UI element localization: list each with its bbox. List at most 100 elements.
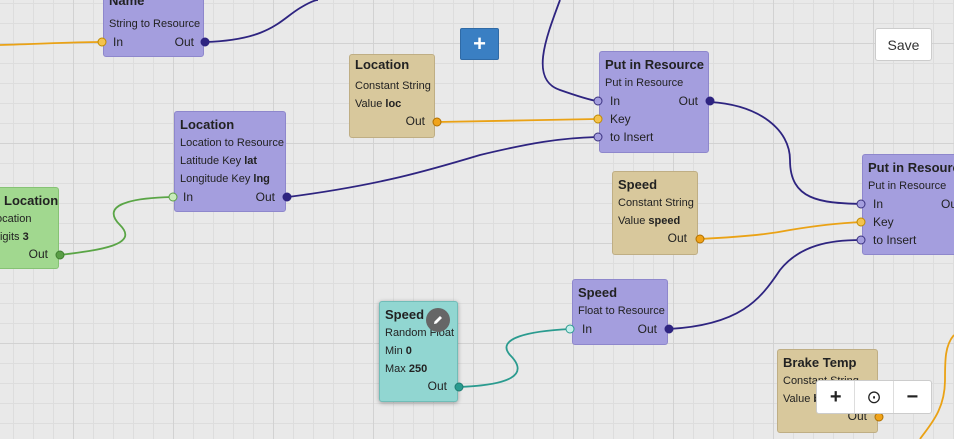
plus-icon: + bbox=[829, 386, 842, 408]
node-title: Put in Resource bbox=[605, 57, 704, 72]
value-text: loc bbox=[385, 98, 402, 110]
wire-loc-to-key bbox=[436, 118, 598, 123]
node-location-green[interactable]: Location ocation Digits 3 Out bbox=[0, 187, 59, 269]
lng-value: lng bbox=[253, 173, 270, 185]
node-title: Speed bbox=[578, 285, 618, 300]
pencil-icon bbox=[434, 316, 442, 324]
node-value-row: Value b bbox=[783, 393, 820, 405]
wire-put1-to-put2 bbox=[709, 101, 862, 205]
node-type: String to Resource bbox=[109, 18, 201, 30]
port-key-dot[interactable] bbox=[856, 217, 866, 227]
port-label-in: In bbox=[873, 197, 884, 211]
value-text: speed bbox=[648, 215, 681, 227]
value-label: Value bbox=[355, 98, 383, 110]
port-label-out: Out bbox=[427, 379, 447, 393]
wire-rand-to-float bbox=[458, 328, 571, 388]
node-title: Brake Temp bbox=[783, 355, 857, 370]
zoom-out-button[interactable]: − bbox=[894, 381, 931, 413]
port-insert-dot[interactable] bbox=[593, 132, 603, 142]
port-label-key: Key bbox=[873, 215, 894, 229]
node-lat-row: Latitude Key lat bbox=[180, 155, 257, 167]
port-in-dot[interactable] bbox=[593, 96, 603, 106]
node-type: Float to Resource bbox=[578, 305, 665, 317]
port-in-dot[interactable] bbox=[168, 192, 178, 202]
node-put-in-resource-2[interactable]: Put in Resource Put in Resource In Ou Ke… bbox=[862, 154, 954, 255]
port-label-out: Out bbox=[678, 94, 698, 108]
node-max-row: Max 250 bbox=[385, 363, 427, 375]
node-title: Name bbox=[109, 0, 145, 8]
node-lng-row: Longitude Key lng bbox=[180, 173, 270, 185]
port-out-dot[interactable] bbox=[695, 234, 705, 244]
port-out-dot[interactable] bbox=[200, 37, 210, 47]
node-value-row: Value loc bbox=[355, 98, 401, 110]
zoom-controls: + ⊙ − bbox=[816, 380, 932, 414]
lat-label: Latitude Key bbox=[180, 155, 242, 167]
port-label-out: Out bbox=[255, 190, 275, 204]
max-value: 250 bbox=[408, 363, 428, 375]
digits-label: Digits bbox=[0, 231, 20, 243]
port-label-out: Ou bbox=[941, 197, 954, 211]
node-title: Put in Resource bbox=[868, 160, 954, 175]
port-in-dot[interactable] bbox=[97, 37, 107, 47]
node-type: Constant String bbox=[618, 197, 694, 209]
wire-speedfloat-to-insert bbox=[668, 239, 862, 330]
node-title: Location bbox=[4, 193, 59, 208]
save-button[interactable]: Save bbox=[875, 28, 932, 61]
node-type: ocation bbox=[0, 213, 32, 225]
node-min-row: Min 0 bbox=[385, 345, 412, 357]
wire-locres-to-insert bbox=[287, 136, 598, 198]
port-label-out: Out bbox=[667, 231, 687, 245]
node-title: Location bbox=[180, 117, 235, 132]
port-label-in: In bbox=[582, 322, 593, 336]
port-label-out: Out bbox=[637, 322, 657, 336]
port-out-dot[interactable] bbox=[432, 117, 442, 127]
node-type: Location to Resource bbox=[180, 137, 284, 149]
node-put-in-resource-1[interactable]: Put in Resource Put in Resource In Out K… bbox=[599, 51, 709, 153]
port-label-key: Key bbox=[610, 112, 631, 126]
port-label-in: In bbox=[183, 190, 194, 204]
port-in-dot[interactable] bbox=[565, 324, 575, 334]
node-value-row: Value speed bbox=[618, 215, 680, 227]
node-speed-random-float[interactable]: Speed Random Float Min 0 Max 250 Out bbox=[379, 301, 458, 402]
port-out-dot[interactable] bbox=[282, 192, 292, 202]
port-out-dot[interactable] bbox=[454, 382, 464, 392]
wire-name-out bbox=[204, 0, 319, 43]
wire-speed-to-key bbox=[699, 221, 862, 240]
port-label-insert: to Insert bbox=[873, 233, 917, 247]
port-out-dot[interactable] bbox=[55, 250, 65, 260]
node-title: Speed bbox=[618, 177, 658, 192]
node-title: Speed bbox=[385, 307, 425, 322]
target-icon: ⊙ bbox=[866, 387, 882, 407]
port-out-dot[interactable] bbox=[664, 324, 674, 334]
node-location-constant-string[interactable]: Location Constant String Value loc Out bbox=[349, 54, 435, 138]
zoom-reset-button[interactable]: ⊙ bbox=[855, 381, 894, 413]
min-value: 0 bbox=[405, 345, 412, 357]
node-name-string-to-resource[interactable]: Name String to Resource In Out bbox=[103, 0, 204, 57]
port-in-dot[interactable] bbox=[856, 199, 866, 209]
port-insert-dot[interactable] bbox=[856, 235, 866, 245]
port-label-in: In bbox=[113, 35, 124, 49]
minus-icon: − bbox=[906, 386, 919, 408]
port-label-out: Out bbox=[28, 247, 48, 261]
wire-name-in bbox=[0, 41, 102, 46]
add-node-button[interactable]: + bbox=[460, 28, 499, 60]
port-label-out: Out bbox=[405, 114, 425, 128]
port-out-dot[interactable] bbox=[705, 96, 715, 106]
node-speed-float-to-resource[interactable]: Speed Float to Resource In Out bbox=[572, 279, 668, 345]
max-label: Max bbox=[385, 363, 406, 375]
node-location-to-resource[interactable]: Location Location to Resource Latitude K… bbox=[174, 111, 286, 212]
wire-green-to-locres bbox=[59, 196, 173, 256]
port-label-out: Out bbox=[174, 35, 194, 49]
edit-button[interactable] bbox=[426, 308, 450, 332]
port-key-dot[interactable] bbox=[593, 114, 603, 124]
plus-icon: + bbox=[473, 31, 486, 56]
port-label-insert: to Insert bbox=[610, 130, 654, 144]
min-label: Min bbox=[385, 345, 403, 357]
node-type: Constant String bbox=[355, 80, 431, 92]
node-digits-row: Digits 3 bbox=[0, 231, 29, 243]
wire-top-to-put1-in bbox=[541, 0, 598, 102]
zoom-in-button[interactable]: + bbox=[817, 381, 856, 413]
node-speed-constant-string[interactable]: Speed Constant String Value speed Out bbox=[612, 171, 698, 255]
node-type: Put in Resource bbox=[605, 77, 684, 89]
value-label: Value bbox=[783, 393, 811, 405]
